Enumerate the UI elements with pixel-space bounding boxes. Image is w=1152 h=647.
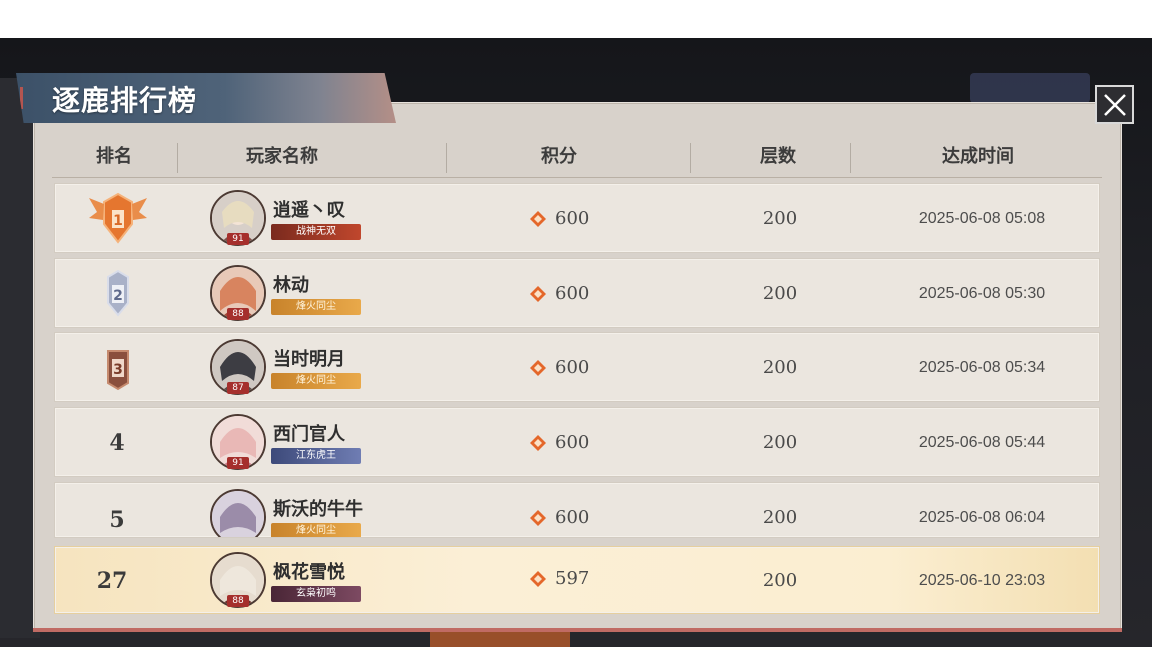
- score-cell: 597: [529, 547, 589, 611]
- close-button[interactable]: [1095, 85, 1134, 124]
- rank-badge-label: 3: [113, 362, 123, 378]
- table-header: 排名 玩家名称 积分 层数 达成时间: [52, 140, 1102, 178]
- table-row[interactable]: 4 91 西门官人 江东虎王 600 200 2025-06-08 05:44: [54, 407, 1100, 477]
- score-icon: [530, 510, 546, 526]
- score-cell: 600: [529, 184, 589, 254]
- score-icon: [530, 286, 546, 302]
- avatar-portrait: [212, 491, 264, 537]
- achieve-time: 2025-06-08 06:04: [918, 509, 1046, 526]
- score-icon: [530, 435, 546, 451]
- header-divider: [177, 143, 178, 173]
- header-player-name: 玩家名称: [246, 146, 318, 167]
- achieve-time: 2025-06-08 05:44: [918, 434, 1046, 451]
- window-title: 逐鹿排行榜: [52, 84, 198, 117]
- achieve-time: 2025-06-10 23:03: [918, 572, 1046, 589]
- floors-value: 200: [762, 507, 798, 528]
- header-rank: 排名: [96, 146, 132, 167]
- score-cell: 600: [529, 408, 589, 478]
- gold-rank-badge-icon: 1: [89, 192, 147, 244]
- achieve-time: 2025-06-08 05:08: [918, 210, 1046, 227]
- table-row[interactable]: 3 87 当时明月 烽火同尘 600 200 2025-06-08 05:34: [54, 332, 1100, 402]
- player-name: 逍遥丶叹: [273, 200, 345, 221]
- table-row[interactable]: 2 88 林动 烽火同尘 600 200 2025-06-08 05:30: [54, 258, 1100, 328]
- player-title-badge: 烽火同尘: [271, 373, 361, 389]
- achieve-time: 2025-06-08 05:34: [918, 359, 1046, 376]
- player-name: 枫花雪悦: [273, 562, 345, 583]
- floors-value: 200: [762, 283, 798, 304]
- score-value: 600: [555, 357, 590, 378]
- player-name: 林动: [273, 275, 309, 296]
- player-level-badge: 91: [227, 233, 249, 245]
- table-row[interactable]: 5 斯沃的牛牛 烽火同尘 600 200 2025-06-08 06:04: [54, 482, 1100, 538]
- rank-number: 5: [109, 507, 125, 533]
- rank-badge-label: 1: [113, 213, 123, 229]
- player-level-badge: 87: [227, 382, 249, 394]
- score-cell: 600: [529, 333, 589, 403]
- header-divider: [446, 143, 447, 173]
- bronze-rank-badge-icon: 3: [107, 350, 129, 391]
- header-score: 积分: [541, 146, 577, 167]
- panel-bottom-trim: [33, 628, 1122, 632]
- floors-value: 200: [762, 208, 798, 229]
- floors-value: 200: [762, 570, 798, 591]
- header-divider: [690, 143, 691, 173]
- player-name: 斯沃的牛牛: [273, 499, 363, 520]
- player-name: 西门官人: [273, 424, 345, 445]
- top-bar: [0, 0, 1152, 38]
- score-value: 600: [555, 283, 590, 304]
- player-title-badge: 战神无双: [271, 224, 361, 240]
- player-name: 当时明月: [273, 349, 345, 370]
- table-row[interactable]: 1 91 逍遥丶叹 战神无双 600 200 2025-06-08 05:08: [54, 183, 1100, 253]
- background-blur-top-right: [970, 73, 1090, 103]
- header-achieve-time: 达成时间: [942, 146, 1014, 167]
- player-title-badge: 烽火同尘: [271, 523, 361, 537]
- score-cell: 600: [529, 259, 589, 329]
- rank-badge-label: 2: [113, 288, 123, 304]
- floors-value: 200: [762, 357, 798, 378]
- score-value: 600: [555, 507, 590, 528]
- score-icon: [530, 571, 546, 587]
- achieve-time: 2025-06-08 05:30: [918, 285, 1046, 302]
- my-rank-row[interactable]: 27 88 枫花雪悦 玄枭初鸣 597 200 2025-06-10 23:03: [54, 546, 1100, 614]
- score-value: 600: [555, 208, 590, 229]
- player-title-badge: 烽火同尘: [271, 299, 361, 315]
- player-title-badge: 江东虎王: [271, 448, 361, 464]
- player-level-badge: 91: [227, 457, 249, 469]
- player-title-badge: 玄枭初鸣: [271, 586, 361, 602]
- score-value: 600: [555, 432, 590, 453]
- header-floors: 层数: [760, 146, 796, 167]
- score-icon: [530, 360, 546, 376]
- rank-number: 4: [109, 430, 125, 456]
- my-rank-number: 27: [96, 568, 128, 594]
- close-icon: [1103, 93, 1126, 116]
- header-divider: [850, 143, 851, 173]
- player-level-badge: 88: [227, 308, 249, 320]
- floors-value: 200: [762, 432, 798, 453]
- avatar[interactable]: [210, 489, 266, 537]
- score-icon: [530, 211, 546, 227]
- score-cell: 600: [529, 483, 590, 537]
- silver-rank-badge-icon: 2: [107, 269, 129, 317]
- score-value: 597: [555, 568, 590, 589]
- player-level-badge: 88: [227, 595, 249, 607]
